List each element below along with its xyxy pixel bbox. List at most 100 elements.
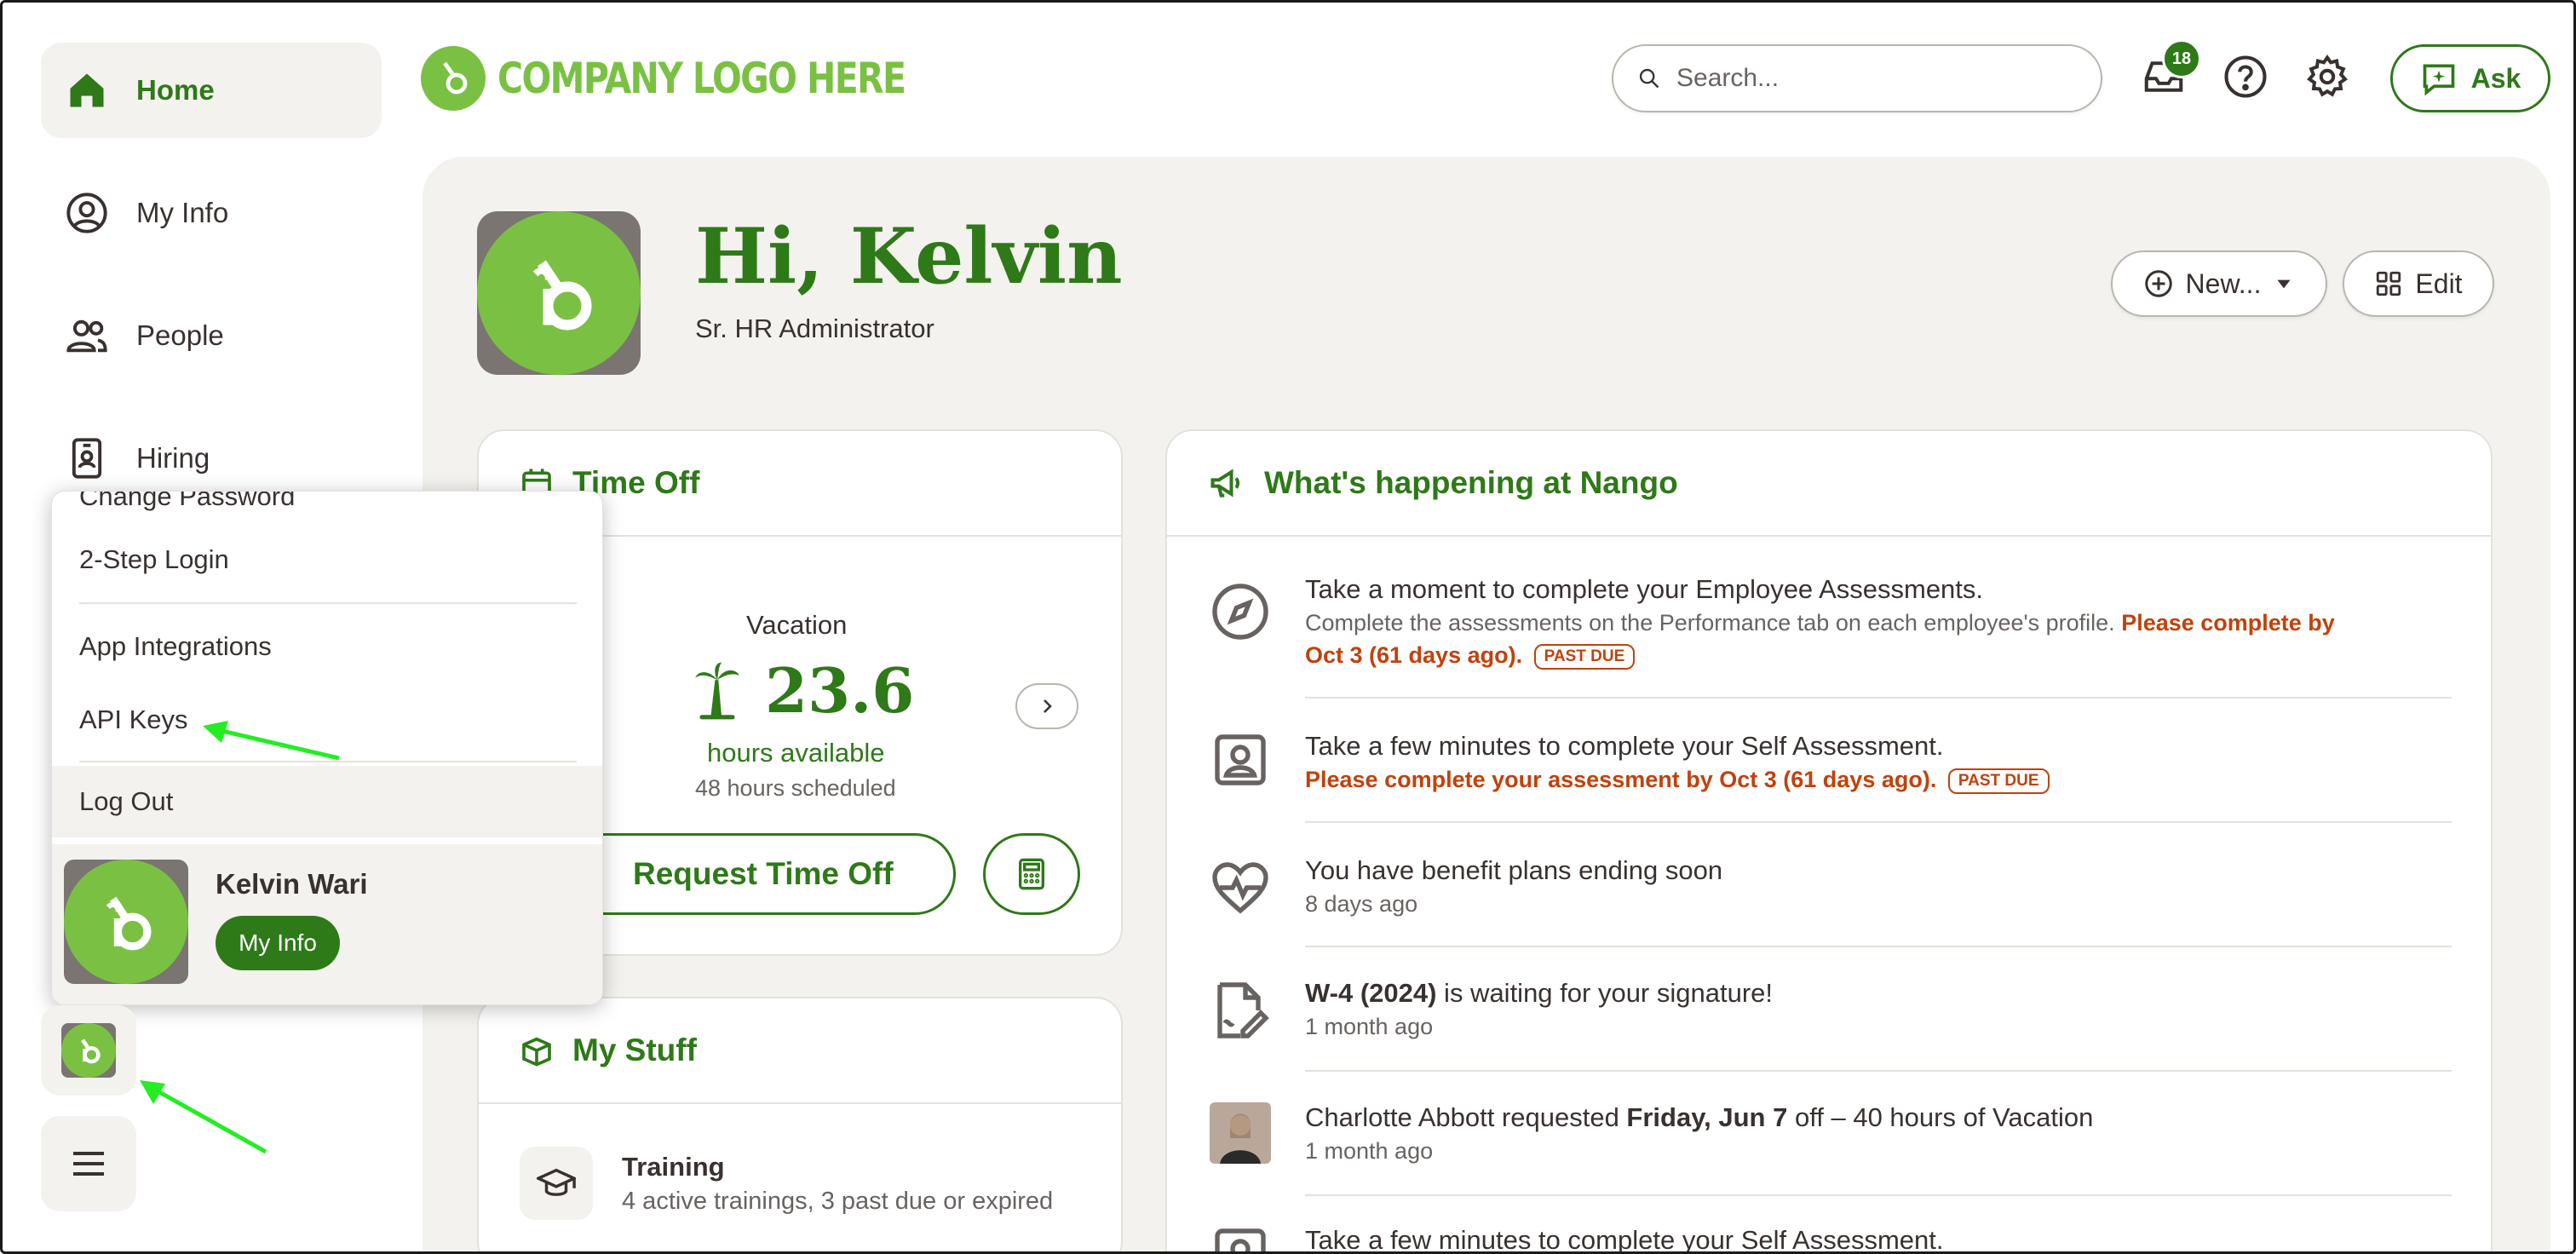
new-button[interactable]: New... bbox=[2111, 250, 2327, 317]
sidebar-item-label: Home bbox=[136, 74, 215, 106]
menu-item-change-password[interactable]: Change Password bbox=[79, 492, 295, 512]
search-icon bbox=[1639, 68, 1659, 89]
gear-icon bbox=[2307, 54, 2348, 97]
feed-divider bbox=[1305, 946, 2452, 947]
feed-item-warning-text: Please complete your assessment by Oct 3… bbox=[1305, 767, 1937, 792]
menu-divider bbox=[79, 761, 577, 762]
menu-my-info-button[interactable]: My Info bbox=[216, 916, 340, 970]
feed-item-title: Take a moment to complete your Employee … bbox=[1305, 574, 1984, 604]
feed-item-due-date: Oct 3 (61 days ago). bbox=[1305, 642, 1523, 668]
logo-mark-icon bbox=[421, 46, 486, 111]
box-icon bbox=[522, 1037, 551, 1067]
menu-item-2-step-login[interactable]: 2-Step Login bbox=[79, 544, 229, 575]
annotation-arrow-avatar bbox=[140, 1080, 267, 1154]
training-item-icon bbox=[520, 1147, 593, 1220]
company-logo[interactable]: COMPANY LOGO HERE bbox=[421, 44, 994, 112]
job-title: Sr. HR Administrator bbox=[695, 314, 934, 343]
feed-item-title-bold: W-4 (2024) bbox=[1305, 978, 1437, 1008]
search-box[interactable] bbox=[1612, 44, 2102, 112]
feed-item-title: Take a few minutes to complete your Self… bbox=[1305, 1225, 1944, 1254]
search-input[interactable] bbox=[1676, 64, 2068, 93]
menu-divider bbox=[79, 602, 577, 604]
ask-button[interactable]: Ask bbox=[2390, 44, 2550, 112]
menu-user-name: Kelvin Wari bbox=[216, 868, 368, 900]
vacation-hours: 23.6 bbox=[765, 654, 915, 727]
sidebar-item-label: People bbox=[136, 319, 224, 351]
hours-scheduled: 48 hours scheduled bbox=[695, 775, 896, 801]
request-time-off-button[interactable]: Request Time Off bbox=[545, 833, 956, 915]
badge-icon bbox=[72, 438, 102, 479]
user-circle-icon bbox=[66, 193, 107, 233]
new-label: New... bbox=[2185, 267, 2262, 299]
edit-button[interactable]: Edit bbox=[2343, 250, 2494, 317]
log-out-label: Log Out bbox=[79, 786, 174, 816]
training-title[interactable]: Training bbox=[622, 1152, 725, 1182]
menu-item-api-keys[interactable]: API Keys bbox=[79, 705, 188, 735]
palm-tree-icon bbox=[695, 662, 739, 719]
feed-item-desc: Complete the assessments on the Performa… bbox=[1305, 610, 2115, 636]
self-assessment-icon bbox=[1210, 729, 1271, 791]
menu-user-footer: Kelvin Wari My Info bbox=[52, 844, 602, 1004]
sidebar-item-people[interactable]: People bbox=[41, 288, 382, 383]
ask-chat-icon bbox=[2423, 64, 2454, 96]
sidebar-item-my-info[interactable]: My Info bbox=[41, 165, 382, 261]
help-button[interactable] bbox=[2218, 49, 2273, 104]
feed-item-title-pre: Charlotte Abbott requested bbox=[1305, 1102, 1627, 1132]
chevron-right-icon bbox=[1044, 699, 1052, 713]
sidebar-item-label: My Info bbox=[136, 197, 229, 228]
logo-text: COMPANY LOGO HERE bbox=[497, 54, 906, 103]
feed-item-warning: Please complete by bbox=[2121, 610, 2335, 636]
avatar-logo-icon bbox=[532, 260, 592, 331]
account-menu-button[interactable] bbox=[41, 1005, 136, 1096]
hamburger-menu-button[interactable] bbox=[41, 1116, 136, 1211]
whats-happening-title: What's happening at Nango bbox=[1264, 465, 1678, 500]
compass-icon bbox=[1210, 581, 1271, 642]
home-icon bbox=[70, 73, 104, 107]
feed-divider bbox=[1305, 697, 2452, 699]
feed-divider bbox=[1305, 1070, 2452, 1072]
feed-item-subtitle: Complete the assessments on the Performa… bbox=[1305, 607, 2335, 639]
heartbeat-icon bbox=[1210, 857, 1271, 918]
past-due-badge: PAST DUE bbox=[1533, 643, 1636, 670]
feed-item-time: 8 days ago bbox=[1305, 891, 1418, 917]
profile-avatar[interactable] bbox=[477, 211, 641, 375]
people-icon bbox=[66, 319, 107, 353]
next-policy-button[interactable] bbox=[1015, 683, 1078, 729]
avatar-logo-icon bbox=[106, 896, 152, 951]
feed-item-title: You have benefit plans ending soon bbox=[1305, 855, 1723, 885]
menu-item-app-integrations[interactable]: App Integrations bbox=[79, 631, 272, 662]
training-subtitle: 4 active trainings, 3 past due or expire… bbox=[622, 1188, 1054, 1215]
calculator-button[interactable] bbox=[983, 833, 1080, 915]
menu-item-log-out[interactable]: Log Out bbox=[52, 766, 602, 837]
whats-happening-header: What's happening at Nango bbox=[1167, 431, 2491, 537]
feed-item-warning-cont: Oct 3 (61 days ago). PAST DUE bbox=[1305, 639, 2335, 671]
hamburger-icon bbox=[73, 1152, 104, 1176]
settings-button[interactable] bbox=[2300, 49, 2355, 104]
my-stuff-header: My Stuff bbox=[479, 998, 1121, 1104]
account-menu: Change Password 2-Step Login App Integra… bbox=[51, 491, 603, 1005]
feed-item-title: Take a few minutes to complete your Self… bbox=[1305, 731, 1944, 761]
person-photo-avatar bbox=[1210, 1102, 1271, 1164]
avatar-logo-icon bbox=[81, 1038, 101, 1064]
self-assessment-icon bbox=[1210, 1223, 1271, 1254]
my-info-button-label: My Info bbox=[239, 929, 317, 956]
feed-item-time: 1 month ago bbox=[1305, 1014, 1434, 1039]
edit-label: Edit bbox=[2415, 267, 2463, 299]
my-stuff-title: My Stuff bbox=[572, 1033, 697, 1067]
request-time-off-label: Request Time Off bbox=[633, 856, 894, 891]
inbox-count-badge: 18 bbox=[2162, 39, 2201, 78]
feed-item-time: 1 month ago bbox=[1305, 1138, 1434, 1164]
feed-item-title-bold: Friday, Jun 7 bbox=[1626, 1102, 1788, 1132]
past-due-badge: PAST DUE bbox=[1947, 768, 2050, 794]
feed-divider bbox=[1305, 1194, 2452, 1196]
small-avatar bbox=[61, 1023, 116, 1078]
vacation-amount: 23.6 bbox=[690, 654, 914, 727]
sidebar-item-label: Hiring bbox=[136, 442, 210, 474]
vacation-label: Vacation bbox=[746, 610, 848, 640]
plus-circle-icon bbox=[2144, 270, 2172, 297]
feed-item-title: W-4 (2024) is waiting for your signature… bbox=[1305, 976, 1773, 1010]
sidebar-item-home[interactable]: Home bbox=[41, 43, 382, 138]
hours-available-label: hours available bbox=[707, 738, 885, 768]
help-icon bbox=[2224, 55, 2267, 98]
feed-item-warning: Please complete your assessment by Oct 3… bbox=[1305, 763, 2050, 796]
